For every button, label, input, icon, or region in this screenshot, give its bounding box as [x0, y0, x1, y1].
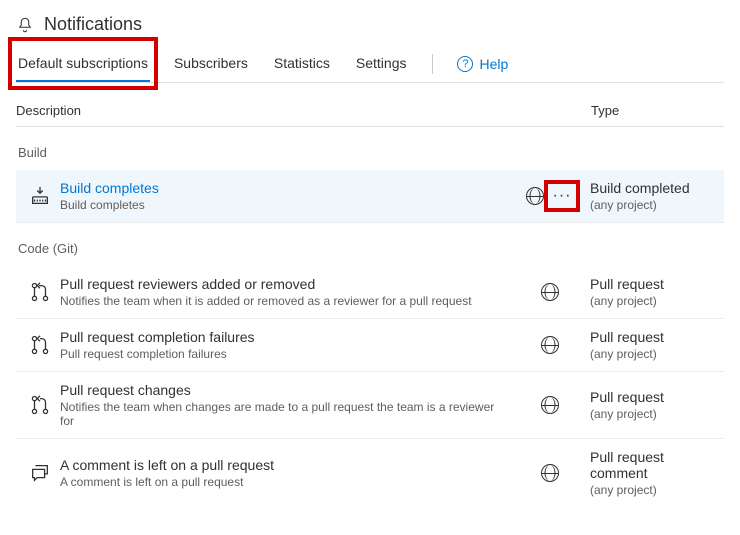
globe-icon [541, 396, 559, 414]
row-title: Pull request changes [60, 382, 510, 398]
row-type-title: Build completed [590, 180, 724, 196]
row-subtitle: A comment is left on a pull request [60, 475, 510, 489]
row-subtitle: Notifies the team when changes are made … [60, 400, 510, 428]
table-row[interactable]: Pull request changes Notifies the team w… [16, 372, 724, 439]
row-type-sub: (any project) [590, 407, 724, 421]
more-actions-button[interactable]: ··· [550, 186, 574, 206]
pull-request-icon [20, 281, 60, 303]
tab-default-subscriptions[interactable]: Default subscriptions [16, 45, 150, 82]
row-title: Build completes [60, 180, 510, 196]
row-title: A comment is left on a pull request [60, 457, 510, 473]
column-header-type[interactable]: Type [591, 103, 724, 118]
bell-icon [16, 16, 34, 34]
build-icon [20, 185, 60, 207]
row-type-title: Pull request [590, 276, 724, 292]
globe-icon [541, 464, 559, 482]
row-type-title: Pull request [590, 329, 724, 345]
tab-settings[interactable]: Settings [354, 45, 409, 82]
row-type-sub: (any project) [590, 347, 724, 361]
tab-statistics[interactable]: Statistics [272, 45, 332, 82]
tabs: Default subscriptions Subscribers Statis… [16, 45, 724, 83]
pull-request-icon [20, 394, 60, 416]
row-type-title: Pull request comment [590, 449, 724, 481]
page-header: Notifications [16, 8, 724, 45]
comment-icon [20, 462, 60, 484]
column-header-description[interactable]: Description [16, 103, 591, 118]
table-row[interactable]: A comment is left on a pull request A co… [16, 439, 724, 507]
row-type-sub: (any project) [590, 198, 724, 212]
help-link[interactable]: ? Help [457, 56, 508, 72]
row-subtitle: Pull request completion failures [60, 347, 510, 361]
table-row[interactable]: Pull request reviewers added or removed … [16, 266, 724, 319]
row-type-sub: (any project) [590, 483, 724, 497]
column-headers: Description Type [16, 103, 724, 127]
group-build-label: Build [18, 145, 724, 160]
help-label: Help [479, 56, 508, 72]
group-code-git-label: Code (Git) [18, 241, 724, 256]
globe-icon [541, 283, 559, 301]
table-row[interactable]: Build completes Build completes ··· Buil… [16, 170, 724, 223]
page-title: Notifications [44, 14, 142, 35]
tab-subscribers[interactable]: Subscribers [172, 45, 250, 82]
row-type-title: Pull request [590, 389, 724, 405]
help-icon: ? [457, 56, 473, 72]
table-row[interactable]: Pull request completion failures Pull re… [16, 319, 724, 372]
divider [432, 54, 433, 74]
row-title: Pull request reviewers added or removed [60, 276, 510, 292]
row-type-sub: (any project) [590, 294, 724, 308]
pull-request-icon [20, 334, 60, 356]
row-subtitle: Notifies the team when it is added or re… [60, 294, 510, 308]
globe-icon [541, 336, 559, 354]
globe-icon [526, 187, 544, 205]
row-title: Pull request completion failures [60, 329, 510, 345]
row-subtitle: Build completes [60, 198, 510, 212]
